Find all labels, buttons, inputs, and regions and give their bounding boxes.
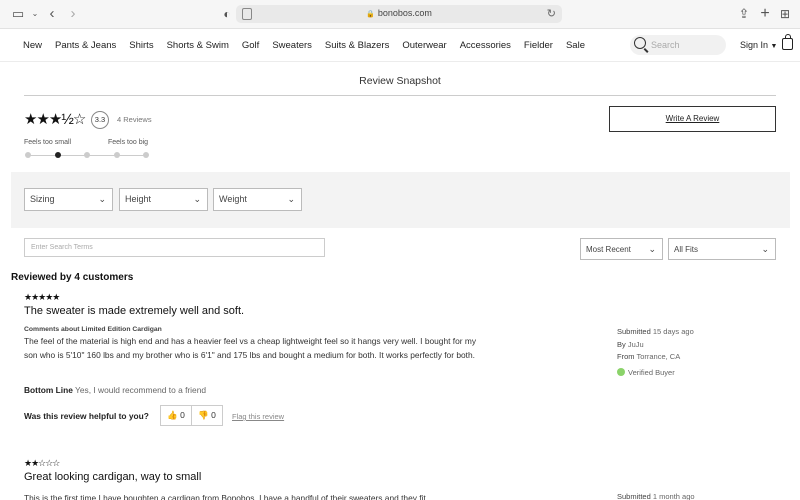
shopping-bag-icon[interactable] bbox=[782, 34, 793, 50]
site-search[interactable]: Search bbox=[630, 35, 726, 55]
chevron-down-icon: ⌄ bbox=[98, 194, 106, 204]
height-filter-select[interactable]: Height ⌄ bbox=[119, 188, 208, 211]
fit-scale-point bbox=[143, 152, 149, 158]
review-title: Great looking cardigan, way to small bbox=[24, 471, 202, 483]
nav-link-accessories[interactable]: Accessories bbox=[460, 40, 511, 51]
fit-scale-point bbox=[84, 152, 90, 158]
reviewed-by-heading: Reviewed by 4 customers bbox=[11, 272, 134, 283]
review-body: The feel of the material is high end and… bbox=[24, 336, 477, 360]
reload-icon[interactable]: ↻ bbox=[547, 7, 556, 20]
sidebar-toggle-icon[interactable]: ▭ bbox=[10, 6, 26, 22]
review-count-link[interactable]: 4 Reviews bbox=[117, 115, 152, 124]
nav-link-fielder[interactable]: Fielder bbox=[524, 40, 553, 51]
tab-overview-icon[interactable]: ⊞ bbox=[777, 6, 793, 22]
chevron-down-icon: ⌄ bbox=[648, 244, 656, 254]
browser-toolbar: ▭ ⌄ ‹ › ◐ 🔒 bonobos.com ↻ ⇪ + ⊞ bbox=[0, 0, 800, 29]
lock-icon: 🔒 bbox=[366, 11, 375, 18]
nav-link-new[interactable]: New bbox=[23, 40, 42, 51]
thumbs-down-icon: 👎 bbox=[198, 410, 209, 420]
verified-buyer-badge: Verified Buyer bbox=[617, 368, 675, 377]
address-bar[interactable]: 🔒 bonobos.com ↻ bbox=[236, 5, 562, 23]
share-icon[interactable]: ⇪ bbox=[736, 6, 752, 22]
nav-link-outerwear[interactable]: Outerwear bbox=[402, 40, 446, 51]
fit-scale-marker bbox=[54, 152, 61, 158]
sort-select[interactable]: Most Recent ⌄ bbox=[580, 238, 663, 260]
nav-link-pants-jeans[interactable]: Pants & Jeans bbox=[55, 40, 116, 51]
nav-link-sale[interactable]: Sale bbox=[566, 40, 585, 51]
chevron-down-icon: ⌄ bbox=[761, 244, 769, 254]
chevron-down-icon: ⌄ bbox=[287, 194, 295, 204]
review-title: The sweater is made extremely well and s… bbox=[24, 305, 245, 317]
helpful-yes-button[interactable]: 👍 0 bbox=[160, 405, 192, 426]
review-submitted: Submitted 15 days ago bbox=[617, 327, 694, 336]
fit-scale-point bbox=[25, 152, 31, 158]
back-icon[interactable]: ‹ bbox=[44, 6, 60, 22]
fit-scale-point bbox=[113, 152, 120, 158]
nav-link-sweaters[interactable]: Sweaters bbox=[272, 40, 312, 51]
nav-link-suits-blazers[interactable]: Suits & Blazers bbox=[325, 40, 389, 51]
flag-review-link[interactable]: Flag this review bbox=[232, 412, 284, 421]
fit-filter-select[interactable]: All Fits ⌄ bbox=[668, 238, 776, 260]
verified-check-icon bbox=[617, 368, 625, 376]
weight-filter-select[interactable]: Weight ⌄ bbox=[213, 188, 302, 211]
average-rating-badge: 3.3 bbox=[91, 111, 109, 129]
fit-label-big: Feels too big bbox=[108, 139, 149, 146]
review-product-note: Comments about Limited Edition Cardigan bbox=[24, 326, 162, 333]
nav-link-shorts-swim[interactable]: Shorts & Swim bbox=[167, 40, 229, 51]
nav-link-golf[interactable]: Golf bbox=[242, 40, 259, 51]
fit-label-small: Feels too small bbox=[24, 139, 72, 146]
write-review-button[interactable]: Write A Review bbox=[609, 106, 776, 132]
average-rating-stars: ★★★½☆ bbox=[24, 111, 86, 128]
forward-icon[interactable]: › bbox=[65, 6, 81, 22]
review-stars: ★★☆☆☆ bbox=[24, 458, 60, 468]
search-icon bbox=[634, 37, 646, 49]
review-submitted: Submitted 1 month ago bbox=[617, 492, 695, 500]
new-tab-icon[interactable]: + bbox=[757, 6, 773, 22]
caret-down-icon: ▼ bbox=[770, 43, 778, 50]
search-placeholder: Search bbox=[651, 40, 680, 50]
nav-link-shirts[interactable]: Shirts bbox=[129, 40, 153, 51]
review-bottom-line: Bottom Line Yes, I would recommend to a … bbox=[24, 385, 207, 395]
sign-in-link[interactable]: Sign In ▼ bbox=[740, 40, 777, 50]
helpful-no-button[interactable]: 👎 0 bbox=[191, 405, 223, 426]
url-text: bonobos.com bbox=[377, 8, 432, 18]
sizing-filter-select[interactable]: Sizing ⌄ bbox=[24, 188, 113, 211]
review-snapshot-title: Review Snapshot bbox=[359, 75, 441, 87]
review-body: This is the first time I have boughten a… bbox=[24, 493, 426, 500]
privacy-shield-icon[interactable]: ◐ bbox=[219, 6, 235, 22]
helpful-question: Was this review helpful to you? bbox=[24, 411, 149, 421]
review-location: From Torrance, CA bbox=[617, 352, 681, 361]
review-author: By JuJu bbox=[617, 340, 644, 349]
chevron-down-icon[interactable]: ⌄ bbox=[27, 6, 43, 22]
review-search-input[interactable]: Enter Search Terms bbox=[24, 238, 325, 257]
divider bbox=[24, 95, 776, 96]
chevron-down-icon: ⌄ bbox=[193, 194, 201, 204]
review-stars: ★★★★★ bbox=[24, 292, 60, 302]
thumbs-up-icon: 👍 bbox=[167, 410, 178, 420]
